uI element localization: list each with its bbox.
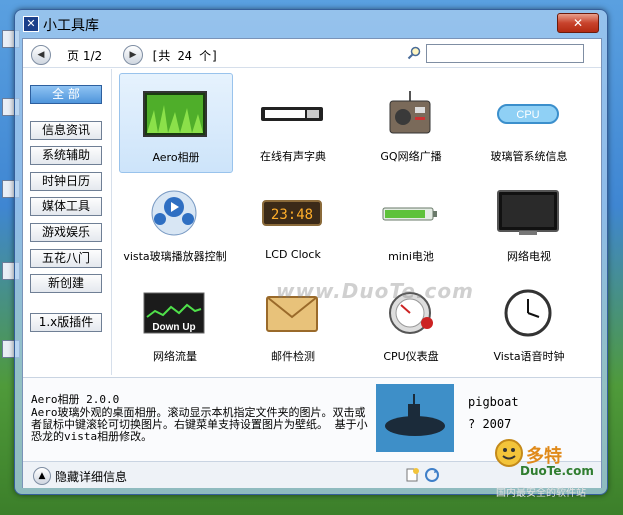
gadget-tile[interactable]: Down Up 网络流量 — [119, 273, 231, 371]
category-button[interactable]: 时钟日历 — [30, 172, 102, 191]
cpu-tube-text: CPU — [516, 109, 539, 121]
page-indicator: 页 1/2 — [67, 49, 103, 63]
submarine-icon — [376, 384, 454, 452]
gadget-tile[interactable]: Vista语音时钟 — [473, 273, 585, 371]
dictionary-icon — [261, 107, 323, 121]
collapse-details-button[interactable]: ▲ — [33, 467, 51, 485]
gadget-tile[interactable]: vista玻璃播放器控制 — [119, 173, 231, 271]
category-button[interactable]: 新创建 — [30, 274, 102, 293]
media-player-icon — [151, 190, 197, 236]
gadget-tile[interactable]: Aero相册 — [119, 73, 233, 173]
detail-description: Aero玻璃外观的桌面相册。滚动显示本机指定文件夹的图片。双击或者鼠标中键滚轮可… — [31, 406, 368, 443]
gadget-label: LCD Clock — [265, 248, 321, 261]
gadget-tile[interactable]: 23:48 LCD Clock — [237, 173, 349, 271]
gadget-tile[interactable]: mini电池 — [355, 173, 467, 271]
gadget-label: 网络流量 — [153, 350, 197, 363]
battery-icon — [382, 207, 437, 221]
gadget-tile[interactable]: 在线有声字典 — [237, 73, 349, 171]
gadget-label: mini电池 — [388, 250, 434, 263]
title-bar[interactable]: ✕ 小工具库 ✕ — [15, 10, 607, 36]
gadget-label: Vista语音时钟 — [493, 350, 565, 363]
window-title: 小工具库 — [43, 18, 99, 34]
new-document-icon[interactable] — [404, 467, 420, 483]
gadget-tile[interactable]: 网络电视 — [473, 173, 585, 271]
prev-page-button[interactable]: ◀ — [31, 45, 51, 65]
gadget-gallery-window: ✕ 小工具库 ✕ ◀ 页 1/2 ▶ [共 24 个] 全 部 信息资讯 系统辅… — [14, 9, 608, 495]
watermark-text: www.DuoTe.com — [276, 279, 474, 303]
window-client: ◀ 页 1/2 ▶ [共 24 个] 全 部 信息资讯 系统辅助 时钟日历 媒体… — [22, 38, 602, 488]
category-button[interactable]: 五花八门 — [30, 249, 102, 268]
close-button[interactable]: ✕ — [557, 13, 599, 33]
analog-clock-icon — [504, 289, 552, 337]
cpu-tube-icon: CPU — [497, 104, 559, 124]
brand-slogan: 国内最安全的软件站 — [496, 488, 586, 499]
detail-year: ? 2007 — [468, 417, 512, 431]
detail-title: Aero相册 2.0.0 — [31, 393, 120, 406]
network-traffic-icon: Down Up — [143, 292, 205, 334]
brand-domain: DuoTe.com — [520, 464, 594, 478]
next-page-button[interactable]: ▶ — [123, 45, 143, 65]
refresh-icon[interactable] — [424, 467, 440, 483]
photo-album-icon — [143, 91, 207, 137]
toolbar: ◀ 页 1/2 ▶ [共 24 个] — [23, 39, 601, 68]
app-icon: ✕ — [23, 16, 39, 32]
category-button[interactable]: 媒体工具 — [30, 197, 102, 216]
gadget-label: 在线有声字典 — [260, 150, 326, 163]
category-all-button[interactable]: 全 部 — [30, 85, 102, 104]
gadget-label: 玻璃管系统信息 — [490, 150, 568, 163]
detail-author: pigboat — [468, 395, 519, 409]
tv-icon — [497, 190, 559, 235]
category-button[interactable]: 系统辅助 — [30, 146, 102, 165]
hide-details-label[interactable]: 隐藏详细信息 — [55, 468, 127, 485]
category-sidebar: 全 部 信息资讯 系统辅助 时钟日历 媒体工具 游戏娱乐 五花八门 新创建 1.… — [23, 69, 112, 375]
network-traffic-text: Down Up — [152, 322, 195, 333]
gadget-tile[interactable]: GQ网络广播 — [355, 73, 467, 171]
gadget-label: Aero相册 — [152, 151, 200, 164]
gadget-label: vista玻璃播放器控制 — [123, 250, 227, 263]
total-count: [共 24 个] — [151, 49, 219, 63]
category-button[interactable]: 信息资讯 — [30, 121, 102, 140]
legacy-plugins-button[interactable]: 1.x版插件 — [30, 313, 102, 332]
search-input[interactable] — [426, 44, 584, 63]
gadget-grid: Aero相册 在线有声字典 GQ网络广播 CPU 玻璃管系统信息 vista玻璃… — [113, 69, 599, 375]
gadget-label: 邮件检测 — [271, 350, 315, 363]
lcd-clock-text: 23:48 — [271, 207, 313, 223]
gadget-tile[interactable]: CPU 玻璃管系统信息 — [473, 73, 585, 171]
gadget-label: 网络电视 — [507, 250, 551, 263]
gadget-label: GQ网络广播 — [380, 150, 442, 163]
search-icon — [407, 46, 421, 60]
lcd-clock-icon: 23:48 — [262, 200, 322, 226]
gadget-label: CPU仪表盘 — [383, 350, 439, 363]
radio-icon — [389, 91, 431, 134]
category-button[interactable]: 游戏娱乐 — [30, 223, 102, 242]
